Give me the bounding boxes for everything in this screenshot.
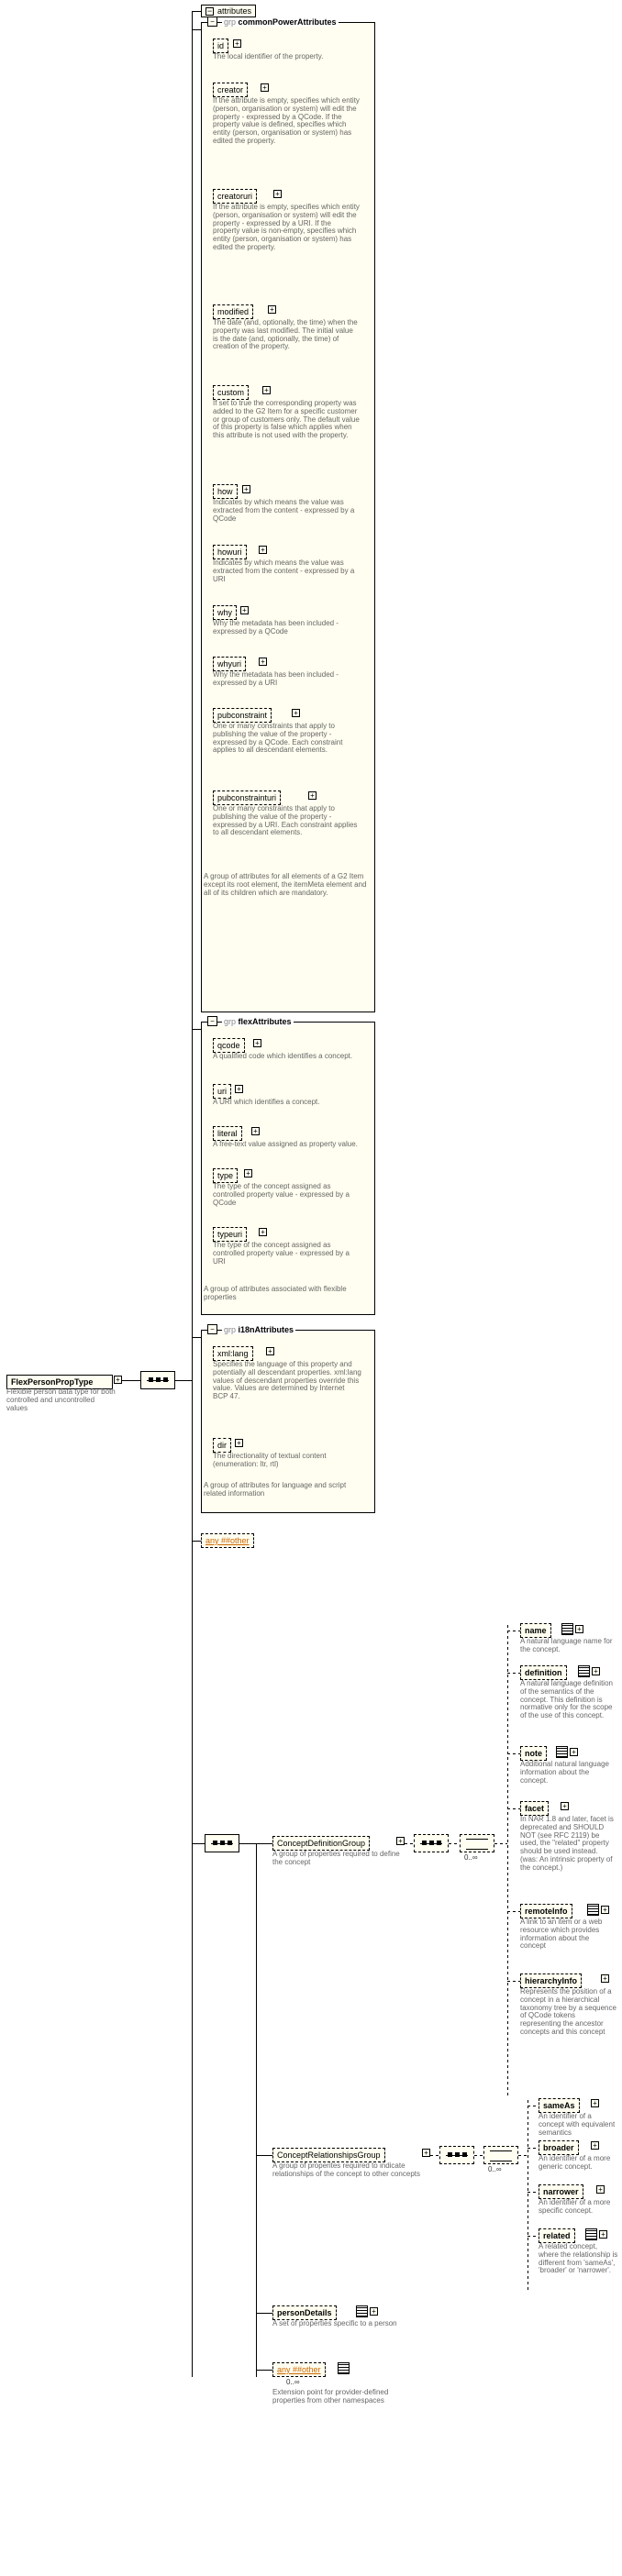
attr-pubconstrainturi: pubconstrainturi (213, 790, 281, 805)
attr-typeuri: typeuri (213, 1227, 247, 1242)
crg-choice (483, 2146, 518, 2164)
root-desc: Flexible person data type for both contr… (6, 1388, 117, 1412)
attr-modified: modified (213, 304, 253, 319)
group-expand[interactable]: − (207, 1016, 217, 1026)
attr-xmllang: xml:lang (213, 1346, 253, 1361)
elem-facet: facet (520, 1801, 549, 1816)
attr-id: id (213, 39, 228, 53)
attr-pubconstraint: pubconstraint (213, 708, 272, 723)
elem-sameAs: sameAs (539, 2098, 580, 2113)
elem-narrower: narrower (539, 2184, 583, 2199)
attributes-section: −attributes (201, 5, 256, 17)
elem-name: name (520, 1623, 551, 1638)
root-expand[interactable]: + (114, 1376, 122, 1384)
model-icon (561, 1623, 573, 1635)
attr-creatoruri: creatoruri (213, 189, 257, 204)
root-sequence (140, 1371, 175, 1389)
cdg-sequence (414, 1834, 449, 1852)
cdg-choice (460, 1834, 494, 1852)
group-expand[interactable]: − (207, 17, 217, 27)
attr-dir: dir (213, 1438, 231, 1453)
attr-how: how (213, 484, 238, 499)
crg-sequence (439, 2146, 474, 2164)
attr-why: why (213, 605, 237, 620)
element-sequence (205, 1834, 239, 1852)
group-expand[interactable]: − (207, 1324, 217, 1334)
attr-type: type (213, 1168, 238, 1183)
group-ConceptRelationshipsGroup: ConceptRelationshipsGroup (272, 2148, 385, 2162)
attr-howuri: howuri (213, 545, 247, 559)
attr-uri: uri (213, 1084, 231, 1099)
elem-related: related (539, 2228, 575, 2243)
group-ConceptDefinitionGroup: ConceptDefinitionGroup (272, 1836, 370, 1851)
attr-literal: literal (213, 1126, 242, 1141)
elem-remoteInfo: remoteInfo (520, 1904, 572, 1918)
elem-hierarchyInfo: hierarchyInfo (520, 1973, 582, 1988)
attr-whyuri: whyuri (213, 657, 246, 671)
elem-note: note (520, 1746, 547, 1761)
elem-definition: definition (520, 1665, 567, 1680)
elem-any-other: any ##other (272, 2362, 326, 2377)
elem-personDetails: personDetails (272, 2305, 337, 2320)
attr-creator: creator (213, 83, 248, 97)
attr-custom: custom (213, 385, 249, 400)
attr-qcode: qcode (213, 1038, 245, 1053)
attr-any-other: any ##other (201, 1533, 254, 1548)
elem-broader: broader (539, 2140, 579, 2155)
